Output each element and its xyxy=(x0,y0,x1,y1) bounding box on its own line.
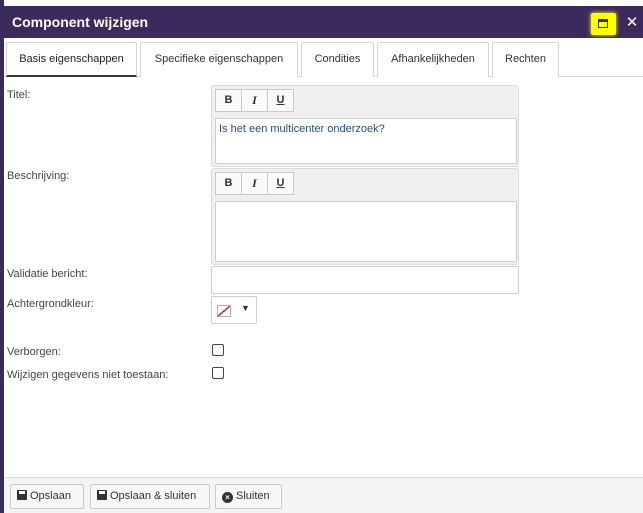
titel-textarea[interactable]: Is het een multicenter onderzoek? xyxy=(215,118,517,164)
beschrijving-toolbar: B I U xyxy=(215,172,294,195)
beschrijving-label: Beschrijving: xyxy=(7,170,70,182)
tab-afhankelijkheden[interactable]: Afhankelijkheden xyxy=(377,42,489,77)
tab-rechten[interactable]: Rechten xyxy=(492,42,559,77)
dialog-footer: Opslaan Opslaan & sluiten × Sluiten xyxy=(4,477,643,513)
bold-button[interactable]: B xyxy=(215,172,242,195)
underline-button[interactable]: U xyxy=(267,172,294,195)
verborgen-checkbox[interactable] xyxy=(212,344,224,356)
validatie-input[interactable] xyxy=(211,266,519,294)
close-button[interactable]: × Sluiten xyxy=(215,484,282,509)
color-picker[interactable]: ▼ xyxy=(211,296,257,324)
tab-bar: Basis eigenschappen Specifieke eigenscha… xyxy=(4,42,643,77)
underline-button[interactable]: U xyxy=(267,89,294,112)
no-color-icon xyxy=(217,305,231,317)
titel-editor: B I U Is het een multicenter onderzoek? xyxy=(211,85,519,167)
save-close-button[interactable]: Opslaan & sluiten xyxy=(90,484,210,509)
caret-down-icon: ▼ xyxy=(241,303,250,313)
maximize-icon xyxy=(598,19,608,28)
component-dialog: Component wijzigen ✕ Basis eigenschappen… xyxy=(0,0,643,513)
save-label: Opslaan xyxy=(30,490,71,502)
save-close-label: Opslaan & sluiten xyxy=(110,490,197,502)
beschrijving-textarea[interactable] xyxy=(215,201,517,262)
maximize-button[interactable] xyxy=(591,13,616,35)
italic-button[interactable]: I xyxy=(241,89,268,112)
titel-toolbar: B I U xyxy=(215,89,294,112)
close-label: Sluiten xyxy=(236,490,270,502)
achtergrondkleur-label: Achtergrondkleur: xyxy=(7,298,94,310)
titel-label: Titel: xyxy=(7,89,31,101)
close-circle-icon: × xyxy=(222,492,233,503)
validatie-label: Validatie bericht: xyxy=(7,268,88,280)
floppy-icon xyxy=(17,490,27,500)
wijzigen-label: Wijzigen gegevens niet toestaan: xyxy=(7,369,169,381)
dialog-titlebar: Component wijzigen ✕ xyxy=(4,6,643,38)
italic-button[interactable]: I xyxy=(241,172,268,195)
tab-condities[interactable]: Condities xyxy=(301,42,374,77)
wijzigen-checkbox[interactable] xyxy=(212,367,224,379)
save-button[interactable]: Opslaan xyxy=(10,484,84,509)
floppy-icon xyxy=(97,490,107,500)
bold-button[interactable]: B xyxy=(215,89,242,112)
close-icon[interactable]: ✕ xyxy=(625,13,639,33)
dialog-title: Component wijzigen xyxy=(12,14,149,30)
tab-specifieke-eigenschappen[interactable]: Specifieke eigenschappen xyxy=(140,42,298,77)
beschrijving-editor: B I U xyxy=(211,168,519,265)
verborgen-label: Verborgen: xyxy=(7,346,61,358)
tab-basis-eigenschappen[interactable]: Basis eigenschappen xyxy=(6,42,137,77)
